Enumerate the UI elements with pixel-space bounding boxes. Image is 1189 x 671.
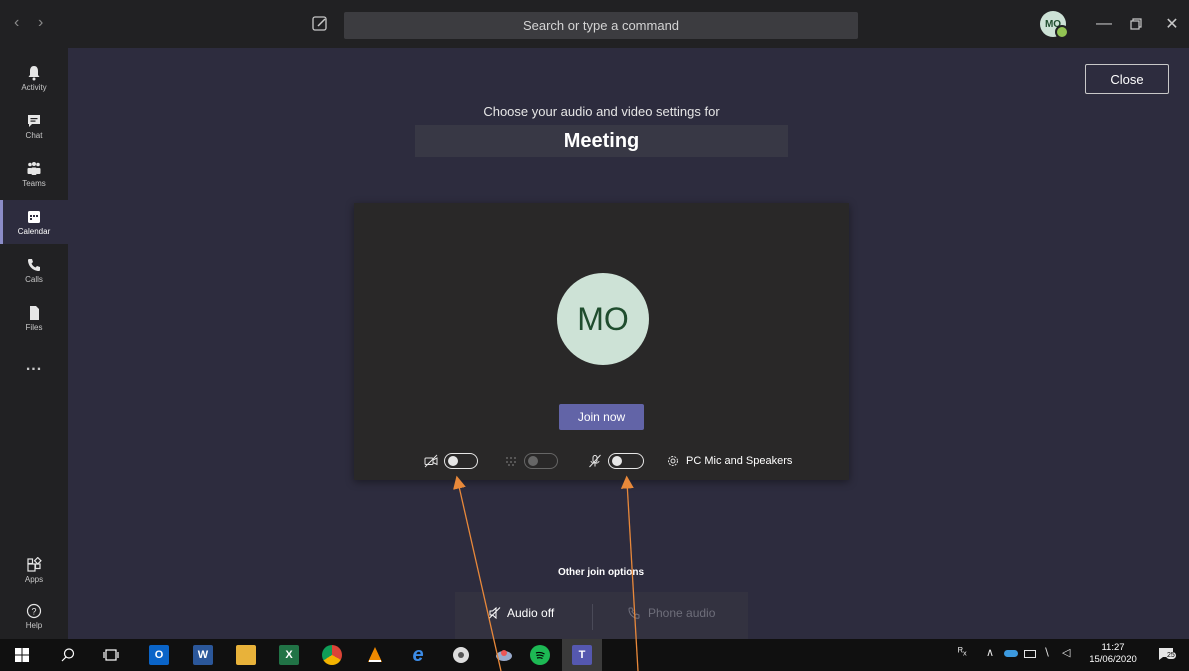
rail-item-calendar[interactable]: Calendar [0, 200, 68, 244]
presence-status-icon [1055, 25, 1069, 39]
onedrive-icon[interactable] [1004, 650, 1018, 657]
blur-icon [506, 457, 516, 466]
toggle-knob [448, 456, 458, 466]
people-icon[interactable]: ᴿₓ [958, 646, 967, 658]
outlook-icon[interactable]: O [149, 645, 169, 665]
calendar-icon [28, 210, 40, 223]
choose-settings-text: Choose your audio and video settings for [483, 104, 720, 119]
bell-icon [28, 65, 40, 80]
clock[interactable]: 11:27 15/06/2020 [1087, 642, 1139, 666]
teams-icon[interactable]: T [572, 645, 592, 665]
device-settings[interactable]: PC Mic and Speakers [666, 452, 792, 470]
other-join-options-title: Other join options [557, 567, 645, 578]
rail-label: Activity [21, 82, 47, 92]
notification-count: 25 [1166, 652, 1176, 659]
avatar[interactable]: MO [1040, 11, 1069, 39]
excel-icon[interactable]: X [279, 645, 299, 665]
app-rail: Activity Chat Teams Calendar Calls Files… [0, 48, 68, 639]
rail-label: Teams [22, 178, 46, 188]
rail-item-help[interactable]: ? Help [0, 594, 68, 638]
mic-off-icon [589, 454, 601, 468]
notification-icon[interactable]: 25 [1158, 646, 1176, 662]
chrome-icon[interactable] [322, 645, 342, 665]
rail-item-apps[interactable]: Apps [0, 548, 68, 592]
search-input[interactable]: Search or type a command [344, 12, 858, 39]
audio-off-label: Audio off [507, 606, 555, 620]
task-view-icon[interactable] [101, 645, 121, 665]
join-now-button[interactable]: Join now [559, 404, 644, 430]
toggle-knob [528, 456, 538, 466]
phone-audio-label: Phone audio [648, 606, 716, 620]
apps-icon [27, 556, 42, 572]
chat-icon [28, 114, 40, 127]
rail-item-files[interactable]: Files [0, 296, 68, 340]
camera-toggle[interactable] [444, 453, 478, 469]
spotify-icon[interactable] [530, 645, 550, 665]
audio-off-option[interactable]: Audio off [488, 606, 554, 620]
windows-taskbar: O W X e T ᴿₓ ∧ ∖ ◁ 11:27 15/06/2020 25 [0, 639, 1189, 671]
background-blur-control [504, 452, 558, 470]
battery-icon[interactable] [1024, 650, 1036, 658]
rail-label: Help [25, 620, 43, 630]
phone-icon [628, 607, 640, 619]
search-placeholder: Search or type a command [522, 18, 680, 33]
compose-icon[interactable] [308, 12, 332, 36]
device-label: PC Mic and Speakers [686, 455, 793, 467]
rail-label: Apps [24, 574, 44, 584]
minimize-icon[interactable]: — [1092, 12, 1116, 36]
rail-label: Calls [25, 274, 43, 284]
file-icon [30, 305, 39, 320]
time: 11:27 [1101, 642, 1125, 653]
video-preview-panel: MO Join now PC Mic and Speakers [354, 203, 849, 480]
speaker-off-icon [488, 606, 501, 620]
internet-explorer-icon[interactable]: e [408, 644, 428, 666]
date: 15/06/2020 [1089, 654, 1137, 665]
toggle-knob [612, 456, 622, 466]
forward-icon[interactable]: › [38, 14, 43, 32]
rail-item-calls[interactable]: Calls [0, 248, 68, 292]
search-icon[interactable] [58, 645, 78, 665]
rail-label: Files [25, 322, 43, 332]
windows-start-icon[interactable] [12, 645, 32, 665]
app-icon[interactable] [494, 645, 514, 665]
vlc-icon[interactable] [365, 645, 385, 665]
file-explorer-icon[interactable] [236, 645, 256, 665]
word-icon[interactable]: W [193, 645, 213, 665]
rail-item-chat[interactable]: Chat [0, 104, 68, 148]
blur-toggle[interactable] [524, 453, 558, 469]
close-window-icon[interactable]: ✕ [1160, 12, 1184, 36]
wifi-icon[interactable]: ∖ [1043, 646, 1050, 659]
volume-icon[interactable]: ◁ [1062, 646, 1070, 659]
svg-text:?: ? [31, 606, 36, 616]
teams-icon [27, 161, 41, 175]
meeting-title: Meeting [415, 125, 788, 157]
avatar: MO [557, 273, 649, 365]
more-icon: ... [25, 357, 43, 374]
gear-icon [668, 456, 678, 466]
restore-icon[interactable] [1124, 12, 1148, 36]
camera-control [424, 452, 478, 470]
title-bar: ‹ › Search or type a command MO — ✕ [0, 0, 1189, 48]
microphone-toggle[interactable] [608, 453, 644, 469]
rail-label: Calendar [17, 226, 51, 236]
divider [592, 604, 593, 630]
help-icon: ? [26, 603, 42, 618]
other-join-options: Audio off Phone audio [455, 592, 748, 639]
chevron-up-icon[interactable]: ∧ [986, 646, 994, 659]
phone-audio-option[interactable]: Phone audio [627, 606, 715, 620]
rail-item-activity[interactable]: Activity [0, 56, 68, 100]
rail-item-teams[interactable]: Teams [0, 152, 68, 196]
close-button[interactable]: Close [1085, 64, 1169, 94]
rail-item-more[interactable]: ... [0, 344, 68, 388]
app-icon[interactable] [451, 645, 471, 665]
camera-off-icon [424, 454, 438, 468]
rail-label: Chat [25, 130, 43, 140]
microphone-control [588, 452, 644, 470]
phone-icon [28, 258, 40, 271]
back-icon[interactable]: ‹ [14, 14, 19, 32]
